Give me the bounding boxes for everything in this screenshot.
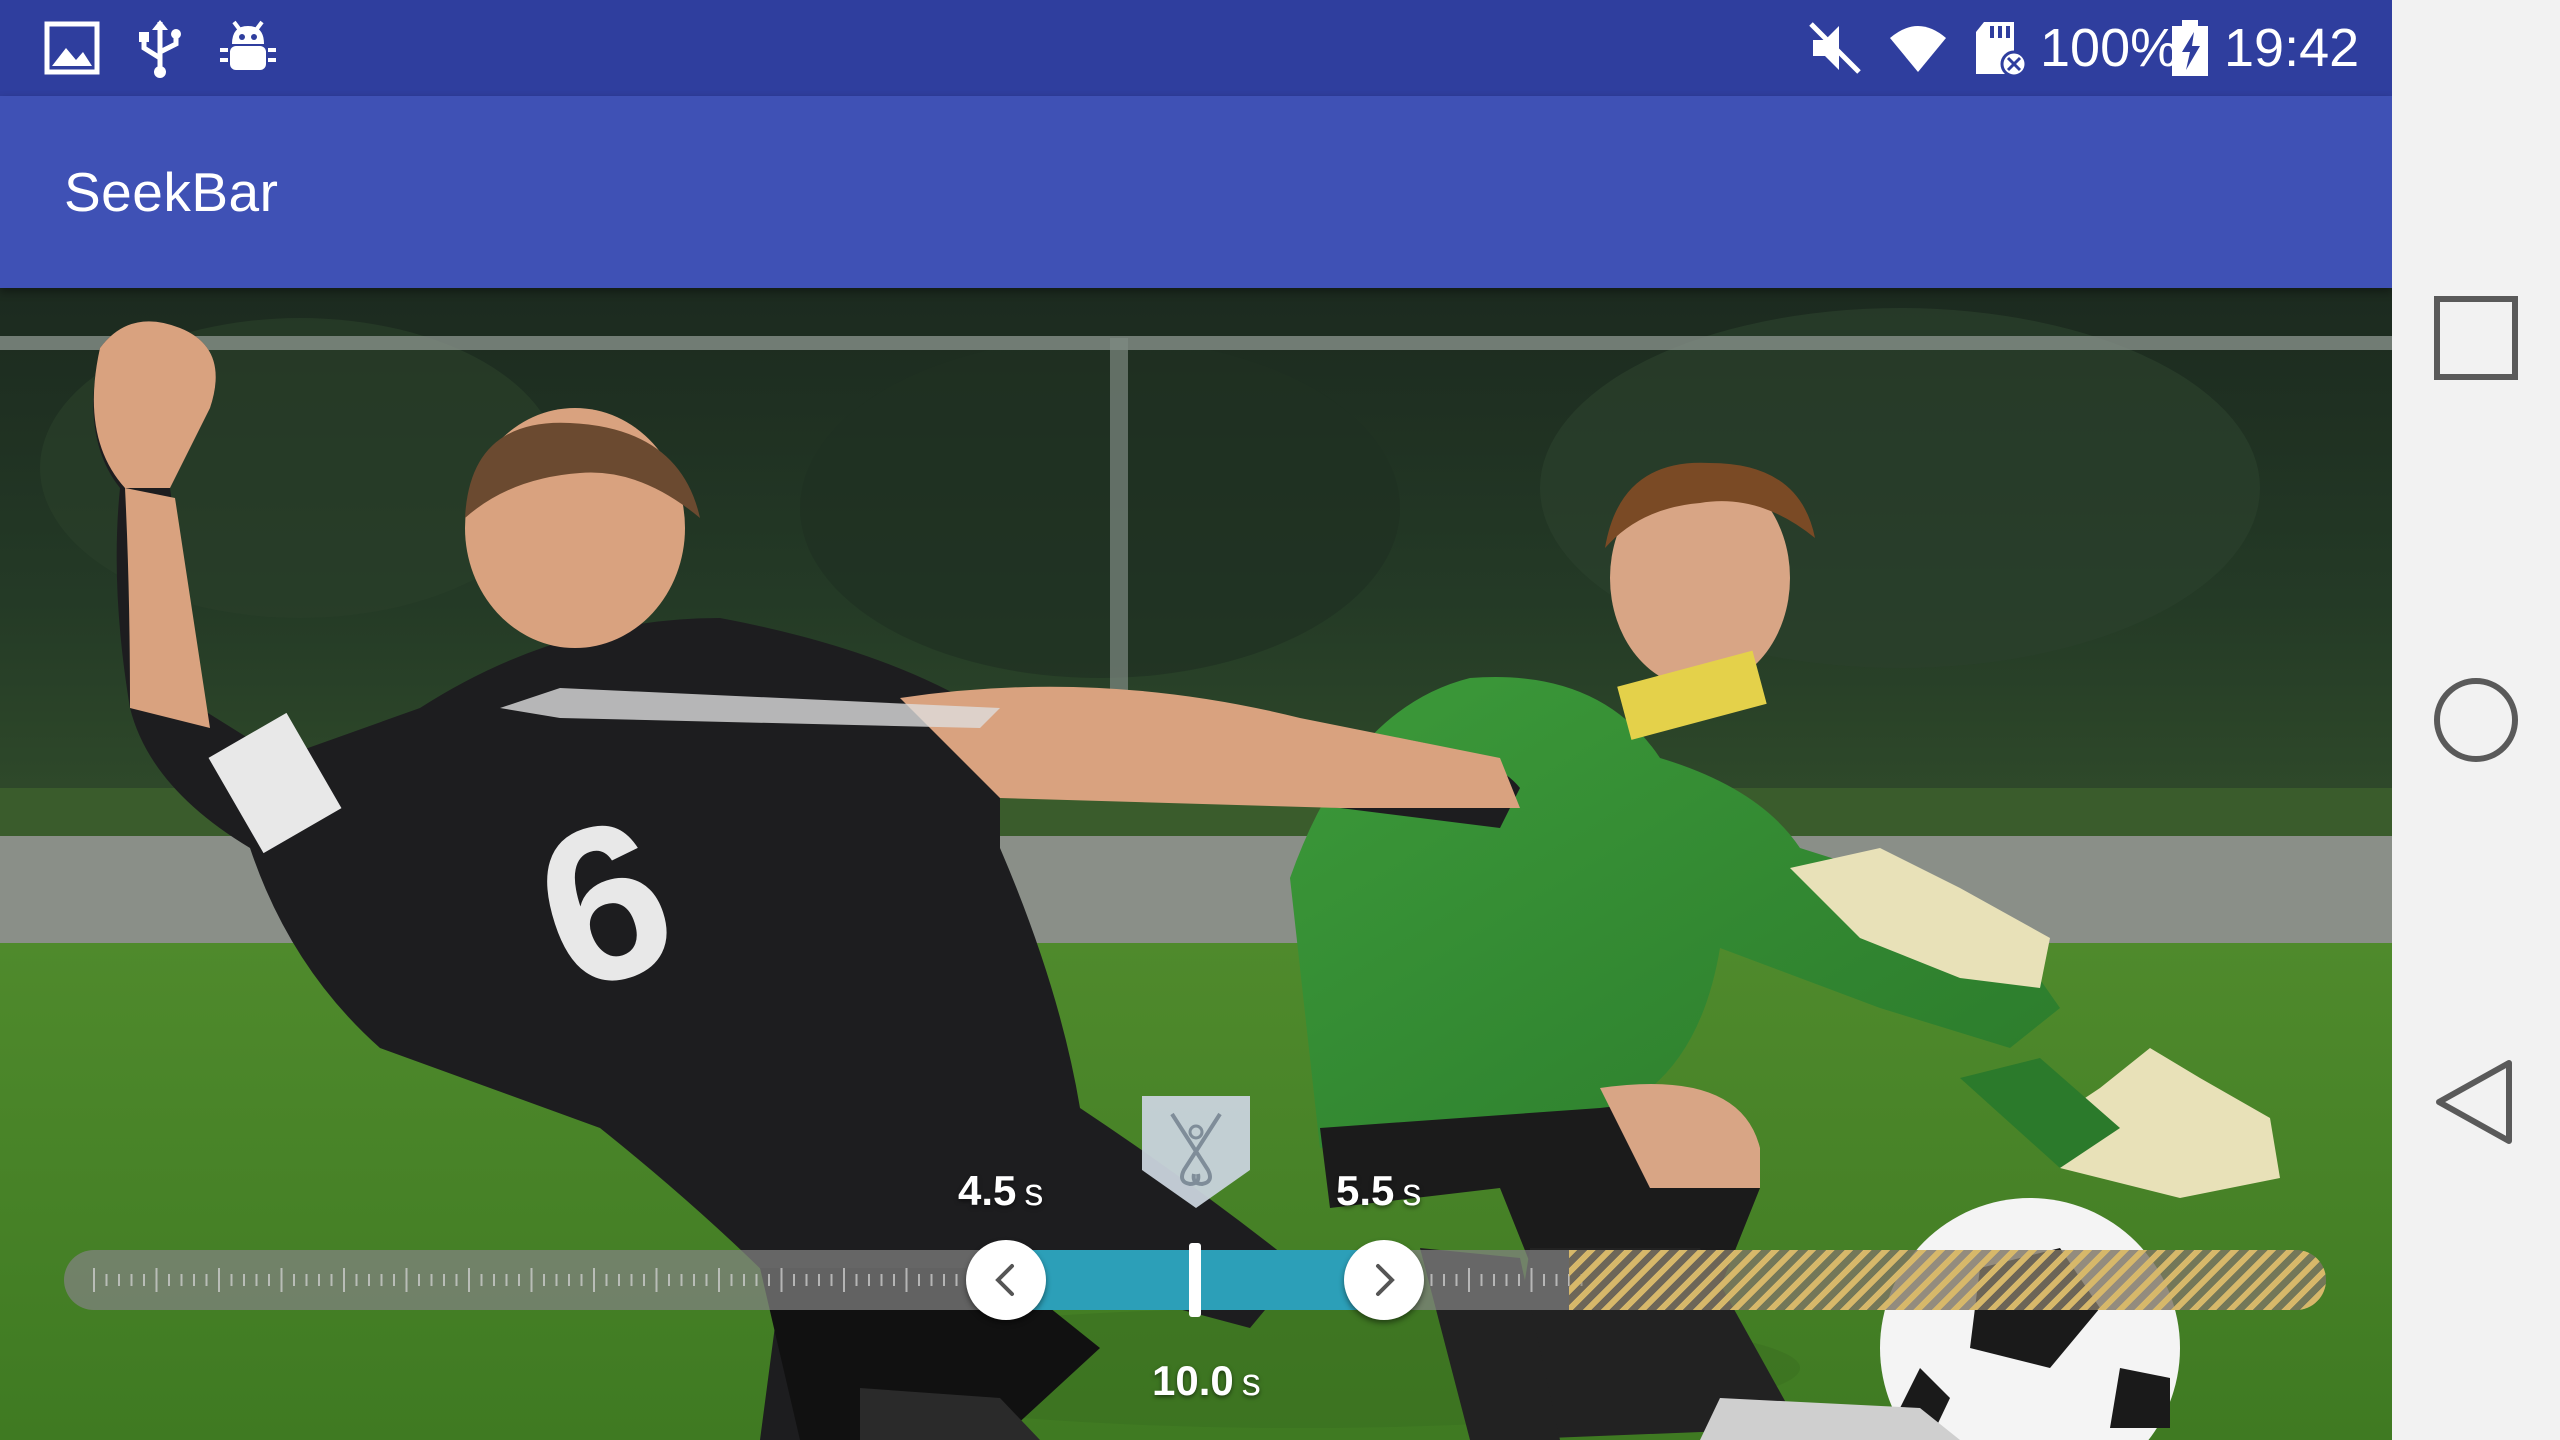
- range-end-unit: s: [1402, 1172, 1422, 1214]
- sd-card-icon: [1976, 22, 2028, 78]
- clock: 19:42: [2224, 18, 2360, 78]
- range-end-handle[interactable]: [1344, 1240, 1424, 1320]
- range-end-label: 5.5 s: [1336, 1166, 1421, 1218]
- range-start-handle[interactable]: [966, 1240, 1046, 1320]
- home-circle-icon: [2434, 678, 2518, 762]
- buffered-region: [1569, 1250, 2326, 1310]
- duration-label: 10.0 s: [1152, 1356, 1261, 1408]
- back-triangle-icon: [2436, 1060, 2512, 1144]
- usb-icon: [139, 20, 181, 78]
- mute-icon: [1809, 22, 1861, 74]
- duration-value: 10.0: [1152, 1357, 1234, 1404]
- android-debug-icon: [220, 20, 276, 70]
- range-start-value: 4.5: [958, 1167, 1017, 1214]
- range-start-unit: s: [1024, 1172, 1044, 1214]
- recents-square-icon: [2434, 296, 2518, 380]
- crossed-sticks-badge-icon: [1142, 1096, 1250, 1208]
- nav-bar: [2392, 0, 2560, 1440]
- duration-unit: s: [1241, 1362, 1261, 1404]
- back-button[interactable]: [2416, 1042, 2536, 1162]
- app-screen: 100% 19:42 SeekBar 6 4.5 s 5.5 s 10.0 s: [0, 0, 2392, 1440]
- wifi-icon: [1890, 26, 1946, 72]
- home-button[interactable]: [2416, 660, 2536, 780]
- range-end-value: 5.5: [1336, 1167, 1395, 1214]
- chevron-left-icon: [995, 1264, 1014, 1296]
- status-bar: 100% 19:42: [0, 0, 2392, 96]
- range-start-label: 4.5 s: [958, 1166, 1043, 1218]
- image-icon: [44, 21, 100, 75]
- battery-percent: 100%: [2040, 18, 2179, 78]
- chevron-right-icon: [1376, 1264, 1395, 1296]
- app-title: SeekBar: [64, 161, 279, 223]
- app-bar: SeekBar: [0, 96, 2392, 288]
- playhead[interactable]: [1189, 1243, 1201, 1317]
- battery-charging-icon: [2172, 20, 2208, 76]
- recents-button[interactable]: [2416, 278, 2536, 398]
